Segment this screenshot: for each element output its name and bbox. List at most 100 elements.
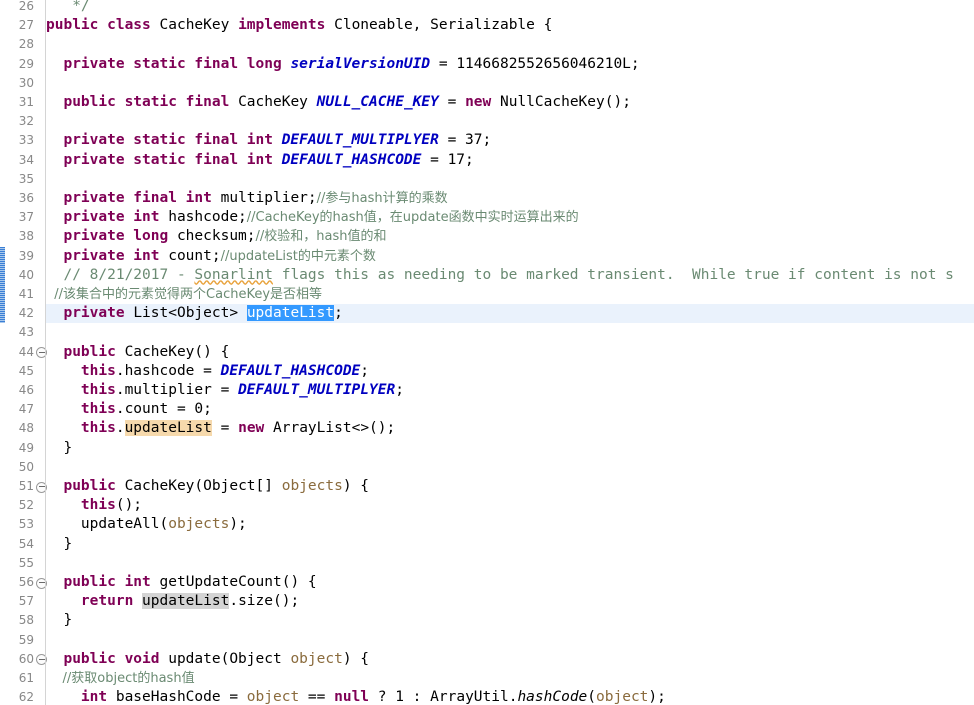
code-token: null [334, 689, 378, 705]
code-token: Sonarlint [194, 266, 273, 283]
code-token: //参与hash计算的乘数 [316, 191, 448, 206]
code-line[interactable]: private int count;//updateList的中元素个数 [46, 247, 375, 266]
code-token: objects [168, 516, 230, 533]
gutter-separator [45, 0, 46, 705]
line-number: 32 [18, 114, 34, 129]
code-line[interactable]: this.count = 0; [46, 400, 212, 419]
code-line[interactable]: private long checksum;//校验和，hash值的和 [46, 227, 387, 246]
line-number: 39 [18, 248, 34, 263]
code-line[interactable]: int baseHashCode = object == null ? 1 : … [46, 688, 666, 705]
code-token: updateList [124, 420, 212, 437]
code-token: .multiplier = [115, 382, 239, 398]
code-line[interactable]: public class CacheKey implements Cloneab… [46, 16, 552, 35]
code-token: ; [395, 382, 404, 398]
line-number: 34 [18, 152, 34, 167]
code-token: flags this as needing to be marked trans… [272, 266, 954, 283]
code-token: new [238, 420, 274, 437]
line-number: 29 [18, 56, 34, 71]
code-token: ) { [342, 650, 370, 667]
code-line[interactable]: } [46, 611, 72, 630]
code-token: int [46, 689, 116, 705]
code-token: == [299, 689, 335, 705]
code-line[interactable]: */ [46, 0, 90, 16]
line-number: 37 [18, 210, 34, 225]
line-number: 40 [18, 267, 34, 282]
code-token: ); [648, 689, 666, 705]
code-token: */ [46, 0, 90, 14]
line-number: 41 [18, 287, 34, 301]
code-token: DEFAULT_HASHCODE [220, 362, 361, 379]
code-token: private static final long [46, 55, 291, 72]
code-line[interactable]: public static final CacheKey NULL_CACHE_… [46, 93, 630, 112]
code-token: object [290, 650, 343, 667]
code-line[interactable]: private List<Object> updateList; [46, 304, 343, 323]
code-token: .count = 0; [115, 401, 212, 418]
code-line[interactable]: private int hashcode;//CacheKey的hash值，在u… [46, 208, 578, 227]
code-token: update(Object [168, 650, 291, 667]
code-token: this [46, 382, 116, 398]
code-token: (); [115, 497, 143, 514]
code-line[interactable]: updateAll(objects); [46, 515, 247, 534]
line-number: 33 [18, 133, 34, 148]
code-line[interactable]: public void update(Object object) { [46, 650, 369, 669]
code-line[interactable]: this.hashcode = DEFAULT_HASHCODE; [46, 362, 369, 381]
code-token: DEFAULT_MULTIPLYER [238, 382, 396, 398]
code-token: NULL_CACHE_KEY [316, 94, 439, 110]
code-token: // 8/21/2017 - [46, 266, 195, 283]
code-token: . [115, 420, 125, 437]
code-token: object [596, 689, 649, 705]
line-number: 42 [18, 306, 34, 321]
code-token: serialVersionUID [290, 55, 431, 72]
code-line[interactable]: return updateList.size(); [46, 592, 299, 611]
code-line[interactable]: //获取object的hash值 [46, 669, 195, 688]
code-line[interactable]: } [46, 535, 72, 554]
code-token: public int [46, 574, 160, 590]
code-token: //该集合中的元素觉得两个CacheKey是否相等 [46, 287, 323, 302]
code-token: .size(); [229, 593, 300, 610]
line-number: 48 [18, 421, 34, 436]
code-line[interactable]: private static final int DEFAULT_HASHCOD… [46, 151, 473, 170]
code-line[interactable]: private final int multiplier;//参与hash计算的… [46, 189, 448, 208]
code-line[interactable]: this.multiplier = DEFAULT_MULTIPLYER; [46, 381, 404, 400]
code-token: updateList [142, 593, 230, 610]
java-code-editor[interactable]: 26 27 28 29 30 31 32 33 34 35 36 37 38 39 40 41 42 43 44 45… [0, 0, 974, 705]
code-token: this [46, 401, 116, 418]
code-token: ArrayList<>(); [273, 420, 396, 437]
code-token: this [46, 420, 116, 437]
change-bar-ruler [0, 0, 5, 705]
code-line[interactable]: this(); [46, 496, 142, 515]
line-number: 46 [18, 383, 34, 397]
code-token: //校验和，hash值的和 [255, 229, 387, 245]
line-number: 45 [18, 363, 34, 378]
code-token: DEFAULT_MULTIPLYER [281, 132, 439, 149]
code-token: new [465, 94, 500, 110]
code-line[interactable]: private static final int DEFAULT_MULTIPL… [46, 131, 491, 150]
line-number: 26 [18, 0, 34, 13]
line-number: 47 [18, 402, 34, 417]
code-line[interactable]: // 8/21/2017 - Sonarlint flags this as n… [46, 266, 954, 285]
line-number: 57 [18, 594, 34, 609]
code-token: = 37; [438, 132, 492, 149]
line-number-gutter[interactable]: 26 27 28 29 30 31 32 33 34 35 36 37 38 39 40 41 42 43 44 45… [5, 0, 47, 705]
code-line[interactable]: public int getUpdateCount() { [46, 573, 316, 592]
code-token: ? 1 : ArrayUtil. [377, 689, 518, 705]
line-number: 36 [18, 191, 34, 205]
code-line[interactable]: private static final long serialVersionU… [46, 55, 639, 74]
code-text-area[interactable]: */ public class CacheKey implements Clone… [46, 0, 974, 705]
code-token: public static final [46, 94, 239, 110]
code-token: CacheKey() { [124, 343, 230, 360]
code-line[interactable]: public CacheKey(Object[] objects) { [46, 477, 369, 496]
code-token: object [246, 689, 300, 705]
code-token: ); [229, 516, 247, 533]
code-token: private [46, 305, 134, 322]
code-token: public [46, 478, 125, 494]
line-number: 49 [18, 440, 34, 455]
line-number: 50 [18, 459, 34, 474]
code-token: ; [334, 305, 343, 322]
code-line[interactable]: } [46, 439, 72, 458]
code-token: private int [46, 247, 169, 264]
code-line[interactable]: public CacheKey() { [46, 343, 229, 362]
code-line[interactable]: //该集合中的元素觉得两个CacheKey是否相等 [46, 285, 322, 304]
code-token: } [46, 612, 73, 629]
code-line[interactable]: this.updateList = new ArrayList<>(); [46, 419, 395, 438]
